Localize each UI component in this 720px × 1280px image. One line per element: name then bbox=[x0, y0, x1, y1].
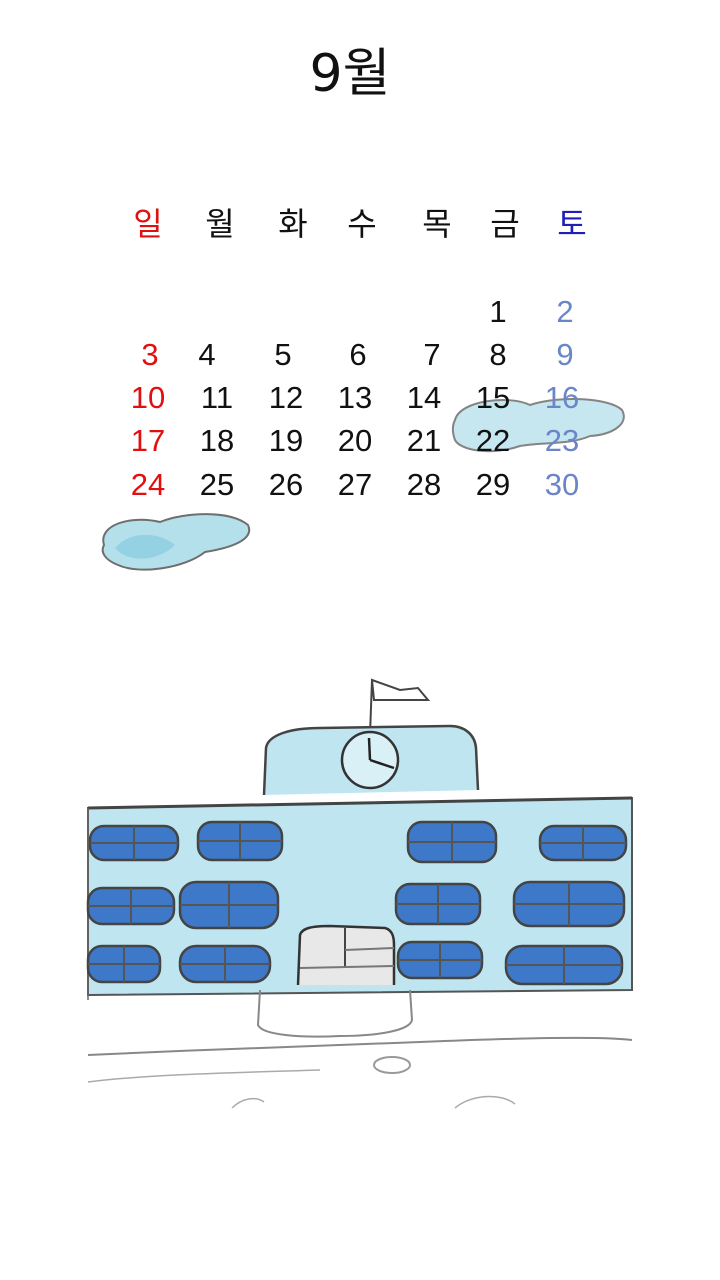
weekday-label: 화 bbox=[278, 205, 308, 243]
date-cell[interactable]: 10 bbox=[131, 382, 165, 413]
weekday-label: 일 bbox=[133, 205, 163, 243]
date-cell[interactable]: 18 bbox=[200, 425, 234, 456]
date-cell[interactable]: 16 bbox=[545, 382, 579, 413]
date-cell[interactable]: 13 bbox=[338, 382, 372, 413]
clock-icon bbox=[340, 730, 400, 790]
date-cell[interactable]: 17 bbox=[131, 425, 165, 456]
weekday-label: 금 bbox=[490, 205, 520, 243]
school-drawing bbox=[86, 397, 633, 1109]
date-cell[interactable]: 25 bbox=[200, 469, 234, 500]
date-cell[interactable]: 19 bbox=[269, 425, 303, 456]
date-cell[interactable]: 30 bbox=[545, 469, 579, 500]
date-cell[interactable]: 11 bbox=[201, 382, 233, 413]
date-cell[interactable]: 9 bbox=[556, 339, 573, 370]
school-building-icon bbox=[86, 796, 633, 1038]
date-cell[interactable]: 6 bbox=[349, 339, 366, 370]
date-cell[interactable]: 2 bbox=[556, 296, 573, 327]
weekday-label: 월 bbox=[205, 205, 235, 243]
weekday-label: 목 bbox=[422, 205, 452, 243]
date-cell[interactable]: 29 bbox=[476, 469, 510, 500]
date-cell[interactable]: 21 bbox=[407, 425, 441, 456]
weekday-label: 토 bbox=[557, 205, 587, 243]
date-cell[interactable]: 23 bbox=[545, 425, 579, 456]
date-cell[interactable]: 26 bbox=[269, 469, 303, 500]
date-cell[interactable]: 3 bbox=[141, 339, 158, 370]
date-cell[interactable]: 22 bbox=[476, 425, 510, 456]
weekday-label: 수 bbox=[347, 205, 377, 243]
month-title: 9월 bbox=[309, 44, 391, 104]
date-cell[interactable]: 1 bbox=[489, 296, 506, 327]
calendar-page: 9월 일월화수목금토 1 2 3 4 5 6 7 8 9 10 11 12 13 14 15 16 17 18 19… bbox=[0, 0, 720, 1280]
date-cell[interactable]: 7 bbox=[423, 339, 440, 370]
date-cell[interactable]: 15 bbox=[476, 382, 510, 413]
date-cell[interactable]: 8 bbox=[489, 339, 506, 370]
date-cell[interactable]: 28 bbox=[407, 469, 441, 500]
cloud-icon bbox=[101, 513, 251, 571]
date-cell[interactable]: 20 bbox=[338, 425, 372, 456]
date-cell[interactable]: 4 bbox=[198, 339, 215, 370]
date-cell[interactable]: 24 bbox=[131, 469, 165, 500]
date-cell[interactable]: 5 bbox=[274, 339, 291, 370]
date-cell[interactable]: 14 bbox=[407, 382, 441, 413]
date-cell[interactable]: 27 bbox=[338, 469, 372, 500]
date-cell[interactable]: 12 bbox=[269, 382, 303, 413]
